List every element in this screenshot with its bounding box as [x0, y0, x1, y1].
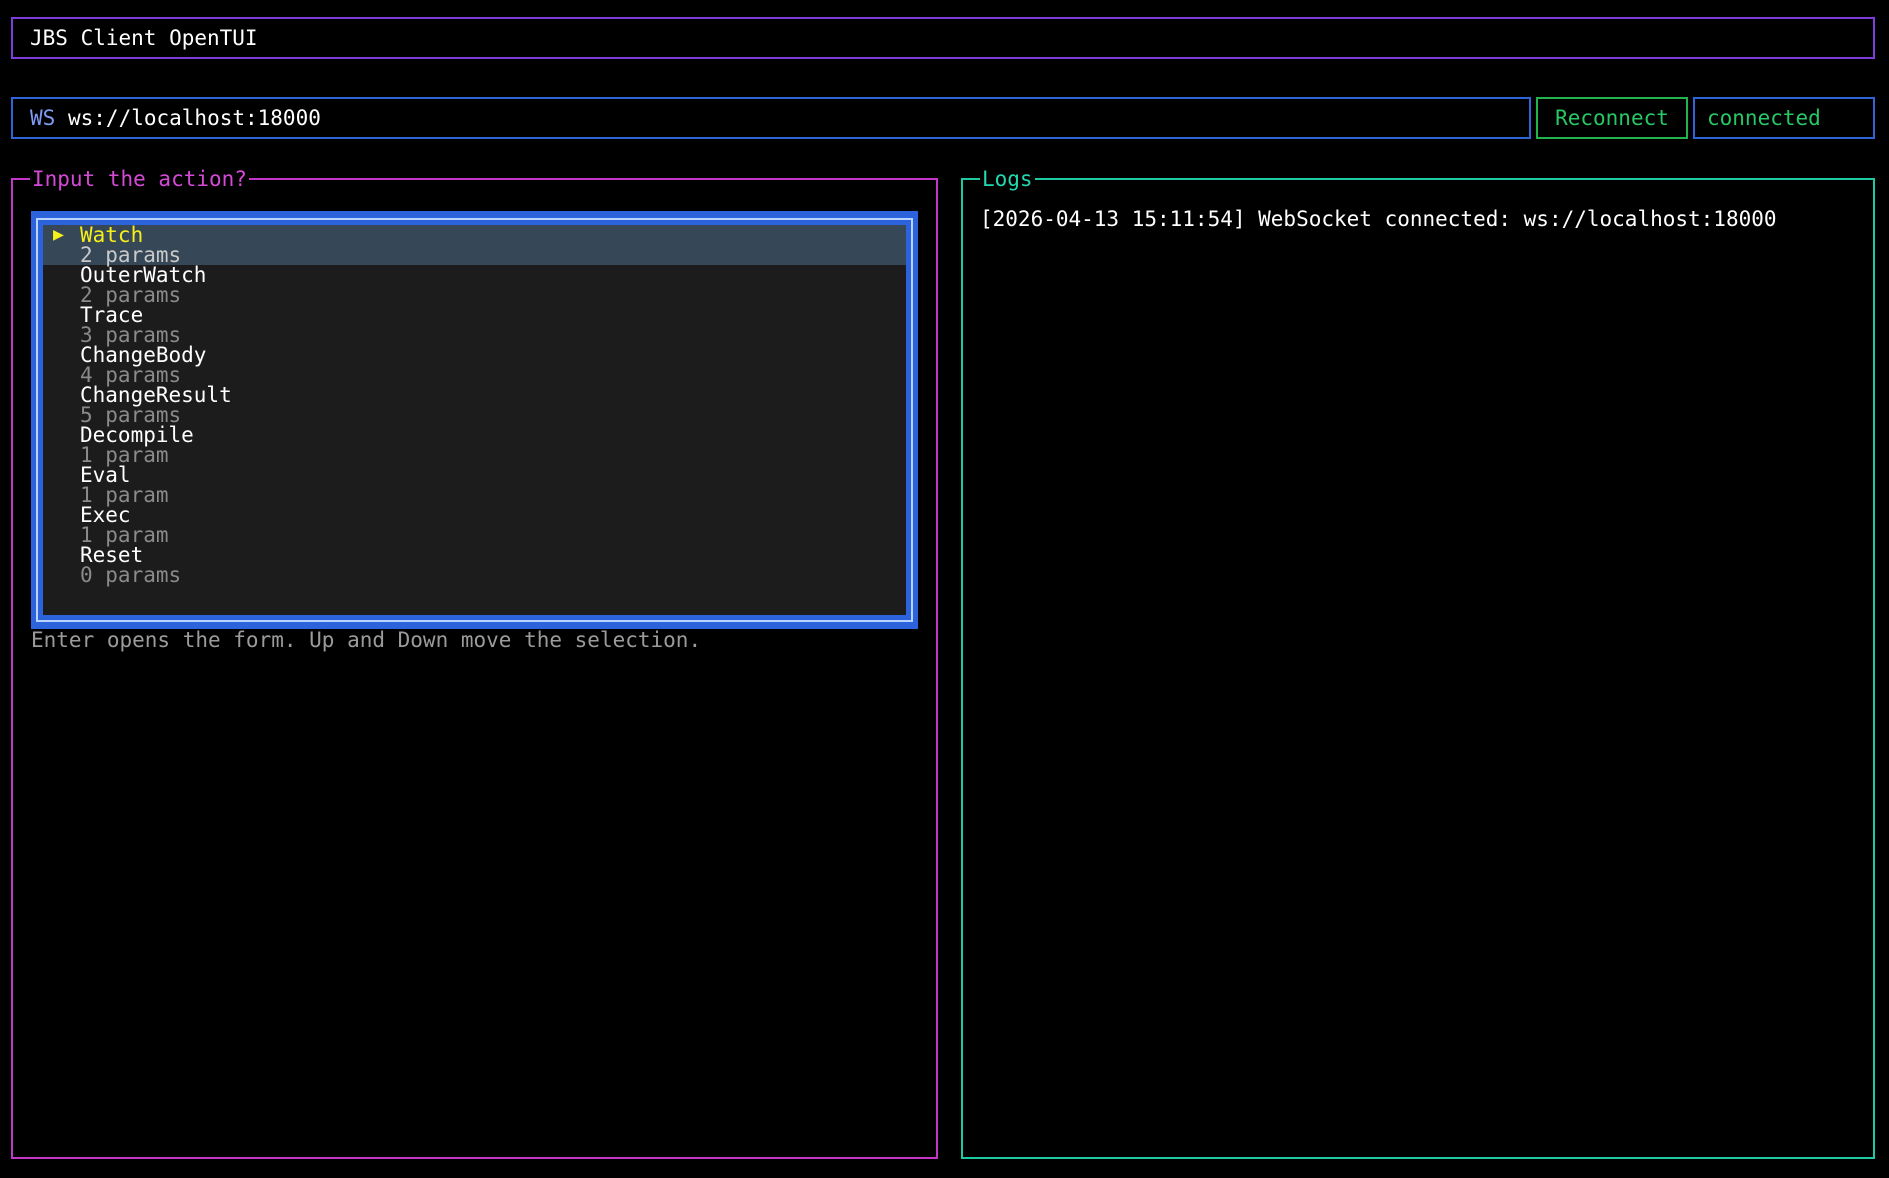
action-item-changebody[interactable]: ChangeBody 4 params	[43, 343, 906, 387]
action-name: OuterWatch	[80, 263, 207, 287]
log-line: [2026-04-13 15:11:54] WebSocket connecte…	[980, 207, 1777, 231]
action-item-watch[interactable]: ▶ Watch 2 params	[43, 223, 906, 267]
action-item-changeresult[interactable]: ChangeResult 5 params	[43, 383, 906, 427]
action-name: Watch	[80, 223, 144, 247]
title-bar: JBS Client OpenTUI	[11, 17, 1875, 59]
action-name: Reset	[80, 543, 144, 567]
action-params: 3 params	[80, 323, 182, 347]
action-name: Exec	[80, 503, 131, 527]
connection-status: connected	[1707, 106, 1821, 130]
logs-panel: Logs [2026-04-13 15:11:54] WebSocket con…	[961, 166, 1875, 1159]
action-name: Eval	[80, 463, 131, 487]
action-item-trace[interactable]: Trace 3 params	[43, 303, 906, 347]
action-params: 2 params	[80, 283, 182, 307]
websocket-url-field[interactable]: WS ws://localhost:18000	[11, 97, 1531, 139]
action-panel-title: Input the action?	[30, 166, 249, 192]
action-item-reset[interactable]: Reset 0 params	[43, 543, 906, 587]
action-name: ChangeResult	[80, 383, 232, 407]
log-list[interactable]: [2026-04-13 15:11:54] WebSocket connecte…	[980, 207, 1863, 231]
action-params: 5 params	[80, 403, 182, 427]
app-title: JBS Client OpenTUI	[30, 26, 258, 50]
action-params: 2 params	[80, 243, 182, 267]
connection-status-box: connected	[1693, 97, 1875, 139]
action-item-exec[interactable]: Exec 1 param	[43, 503, 906, 547]
action-list-border: ▶ Watch 2 params OuterWatch 2 params Tra…	[36, 218, 913, 622]
keyboard-hint: Enter opens the form. Up and Down move t…	[31, 628, 702, 652]
action-item-eval[interactable]: Eval 1 param	[43, 463, 906, 507]
action-panel: Input the action? ▶ Watch 2 params Outer…	[11, 166, 938, 1159]
action-params: 4 params	[80, 363, 182, 387]
action-list[interactable]: ▶ Watch 2 params OuterWatch 2 params Tra…	[43, 225, 906, 615]
selection-arrow-icon: ▶	[53, 224, 64, 245]
action-params: 1 param	[80, 443, 169, 467]
action-params: 1 param	[80, 523, 169, 547]
action-params: 1 param	[80, 483, 169, 507]
ws-label: WS	[30, 106, 56, 130]
action-item-outerwatch[interactable]: OuterWatch 2 params	[43, 263, 906, 307]
action-name: ChangeBody	[80, 343, 207, 367]
action-list-frame: ▶ Watch 2 params OuterWatch 2 params Tra…	[31, 211, 918, 629]
action-item-decompile[interactable]: Decompile 1 param	[43, 423, 906, 467]
action-name: Trace	[80, 303, 144, 327]
action-name: Decompile	[80, 423, 194, 447]
logs-panel-title: Logs	[980, 166, 1035, 192]
action-params: 0 params	[80, 563, 182, 587]
reconnect-button[interactable]: Reconnect	[1536, 97, 1688, 139]
ws-url-input[interactable]: ws://localhost:18000	[68, 106, 321, 130]
